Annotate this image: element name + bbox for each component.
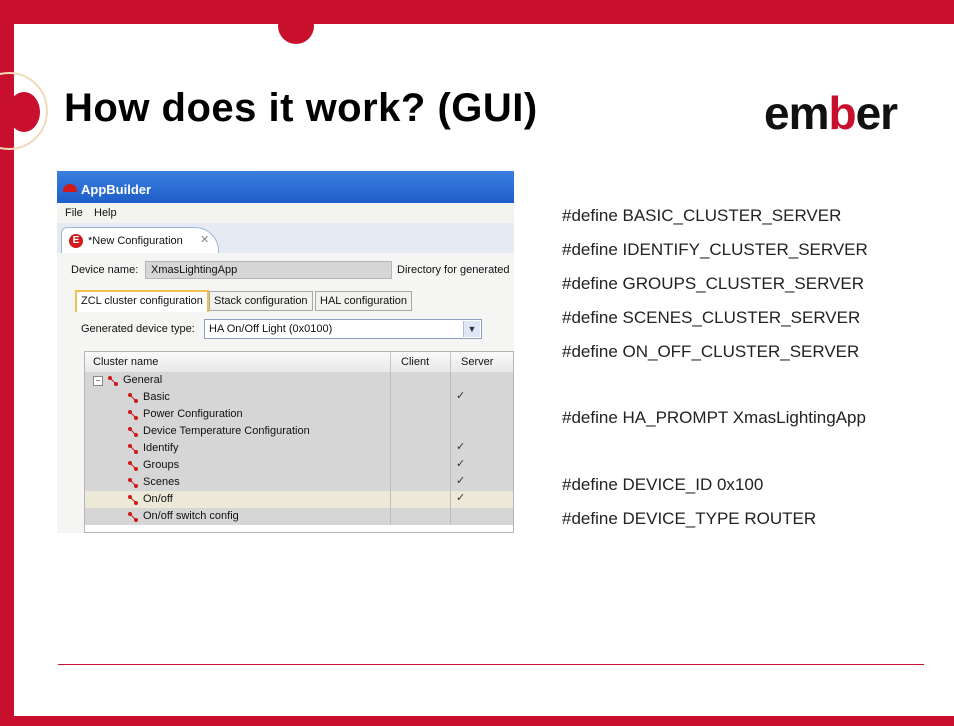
define-line: #define SCENES_CLUSTER_SERVER <box>562 308 861 327</box>
tree-row[interactable]: Scenes ✓ <box>85 474 513 491</box>
slide-bottom-border <box>0 716 954 726</box>
cluster-icon <box>127 443 139 455</box>
cluster-icon <box>127 392 139 404</box>
bottom-divider <box>58 664 924 665</box>
menu-bar: File Help <box>57 203 514 223</box>
cluster-name: Basic <box>143 391 170 403</box>
logo-part: er <box>855 87 898 139</box>
device-type-value: HA On/Off Light (0x0100) <box>209 323 333 335</box>
column-server[interactable]: Server <box>461 356 493 368</box>
cluster-icon <box>127 494 139 506</box>
cluster-name: Device Temperature Configuration <box>143 425 310 437</box>
menu-help[interactable]: Help <box>94 207 117 219</box>
logo-part: em <box>764 87 829 139</box>
configuration-panel: Device name: XmasLightingApp Directory f… <box>57 253 514 533</box>
cluster-name: On/off switch config <box>143 510 239 522</box>
server-check-icon[interactable]: ✓ <box>456 389 465 402</box>
tree-header: Cluster name Client Server <box>85 352 513 373</box>
tree-group-row[interactable]: − General <box>85 372 513 389</box>
cluster-icon <box>127 511 139 523</box>
slide-top-border <box>0 0 954 24</box>
tree-row[interactable]: Identify ✓ <box>85 440 513 457</box>
tree-row[interactable]: Basic ✓ <box>85 389 513 406</box>
tab-label: *New Configuration <box>88 235 183 247</box>
column-divider <box>390 352 391 372</box>
column-client[interactable]: Client <box>401 356 429 368</box>
editor-tab-strip: E *New Configuration ✕ <box>57 223 514 254</box>
collapse-icon[interactable]: − <box>93 376 103 386</box>
app-icon <box>63 184 77 192</box>
cluster-name: Power Configuration <box>143 408 243 420</box>
device-name-value: XmasLightingApp <box>151 264 238 276</box>
device-name-label: Device name: <box>71 264 139 276</box>
cluster-name: Identify <box>143 442 179 454</box>
server-check-icon[interactable]: ✓ <box>456 440 465 453</box>
top-circle-decoration <box>278 8 314 44</box>
cluster-tree-table: Cluster name Client Server − General Basic… <box>84 351 514 533</box>
slide-title: How does it work? (GUI) <box>64 86 538 130</box>
device-type-select[interactable]: HA On/Off Light (0x0100) ▼ <box>204 319 482 339</box>
tab-zcl-cluster-configuration[interactable]: ZCL cluster configuration <box>75 290 209 312</box>
column-divider <box>450 352 451 372</box>
close-icon[interactable]: ✕ <box>200 233 209 246</box>
define-line: #define ON_OFF_CLUSTER_SERVER <box>562 342 860 361</box>
menu-file[interactable]: File <box>65 207 83 219</box>
tree-row[interactable]: Power Configuration <box>85 406 513 423</box>
cluster-icon <box>127 477 139 489</box>
define-line: #define IDENTIFY_CLUSTER_SERVER <box>562 240 868 259</box>
tab-new-configuration[interactable]: E *New Configuration ✕ <box>61 227 219 254</box>
chevron-down-icon[interactable]: ▼ <box>463 321 480 337</box>
define-line: #define GROUPS_CLUSTER_SERVER <box>562 274 865 293</box>
tree-row[interactable]: On/off switch config <box>85 508 513 525</box>
appbuilder-window: AppBuilder File Help E *New Configuratio… <box>57 171 514 533</box>
ember-config-icon: E <box>69 234 83 248</box>
define-line: #define DEVICE_ID 0x100 <box>562 475 764 494</box>
cluster-icon <box>127 460 139 472</box>
tab-stack-configuration[interactable]: Stack configuration <box>209 291 313 311</box>
server-check-icon[interactable]: ✓ <box>456 491 465 504</box>
server-check-icon[interactable]: ✓ <box>456 457 465 470</box>
tree-row[interactable]: Groups ✓ <box>85 457 513 474</box>
column-cluster-name[interactable]: Cluster name <box>93 356 158 368</box>
window-title: AppBuilder <box>81 182 152 197</box>
logo-accent: b <box>828 87 856 139</box>
device-name-field[interactable]: XmasLightingApp <box>145 261 392 279</box>
ember-logo: ember <box>764 86 898 140</box>
define-line: #define BASIC_CLUSTER_SERVER <box>562 206 842 225</box>
define-line: #define DEVICE_TYPE ROUTER <box>562 509 817 528</box>
window-titlebar: AppBuilder <box>57 171 514 203</box>
cluster-icon <box>127 426 139 438</box>
cluster-name: On/off <box>143 493 173 505</box>
tree-row[interactable]: Device Temperature Configuration <box>85 423 513 440</box>
cluster-icon <box>127 409 139 421</box>
tree-row[interactable]: On/off ✓ <box>85 491 513 508</box>
group-label: General <box>123 374 163 386</box>
cluster-name: Scenes <box>143 476 180 488</box>
cluster-name: Groups <box>143 459 180 471</box>
tab-hal-configuration[interactable]: HAL configuration <box>315 291 413 311</box>
device-type-label: Generated device type: <box>81 323 195 335</box>
cluster-group-icon <box>107 375 119 387</box>
server-check-icon[interactable]: ✓ <box>456 474 465 487</box>
side-dot-decoration <box>8 92 40 132</box>
define-line: #define HA_PROMPT XmasLightingApp <box>562 408 866 427</box>
directory-label: Directory for generated <box>397 264 510 276</box>
